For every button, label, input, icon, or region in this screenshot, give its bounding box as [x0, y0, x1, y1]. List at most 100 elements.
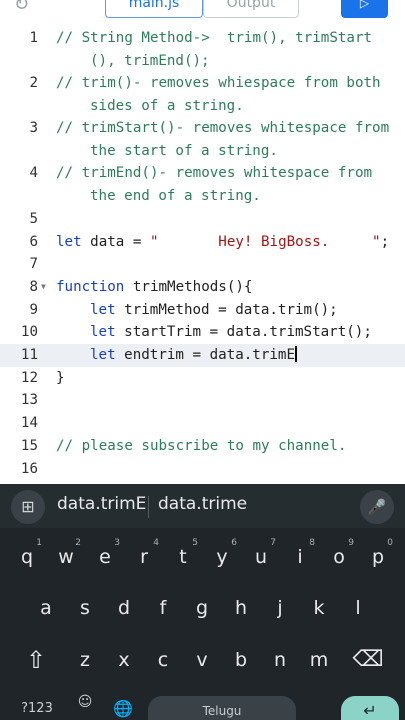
suggestion-1[interactable]: data.trimE — [57, 494, 146, 514]
backspace-icon: ⌫ — [352, 647, 384, 672]
keyword: let — [90, 324, 116, 340]
code-text-wrap: the start of a string. — [90, 142, 278, 159]
emoji-key[interactable]: ☺ — [72, 692, 98, 720]
microphone-icon[interactable]: 🎤 — [360, 490, 394, 524]
key-y[interactable]: y6 — [205, 536, 239, 576]
code-text: let startTrim = data.trimStart(); — [90, 321, 372, 344]
refresh-icon[interactable]: ↻ — [14, 0, 36, 16]
editor-toolbar: ↻ main.js Output ▷ — [0, 0, 405, 22]
enter-icon: ↵ — [363, 701, 377, 720]
code-fragment: endtrim = data.trimE — [115, 347, 295, 363]
run-button[interactable]: ▷ — [341, 0, 388, 18]
code-text: let endtrim = data.trimE — [90, 344, 297, 367]
key-w[interactable]: w2 — [49, 536, 83, 576]
shift-icon: ⇧ — [25, 646, 47, 674]
code-line: 1 // String Method-> trim(), trimStart (… — [0, 27, 405, 72]
code-text: // please subscribe to my channel. — [56, 438, 347, 454]
suggestion-bar: ⊞ data.trimE data.trime 🎤 — [0, 484, 405, 528]
key-g[interactable]: g — [185, 587, 219, 627]
key-m[interactable]: m — [302, 639, 336, 679]
line-number: 15 — [20, 438, 38, 454]
tab-output[interactable]: Output — [203, 0, 299, 18]
code-line: 8 ▼ function trimMethods(){ — [0, 276, 405, 299]
code-text: let data = " Hey! BigBoss. "; — [56, 231, 389, 254]
space-bar[interactable]: Telugu — [148, 696, 296, 720]
key-o[interactable]: o9 — [322, 536, 356, 576]
key-t[interactable]: t5 — [166, 536, 200, 576]
backspace-key[interactable]: ⌫ — [348, 640, 388, 680]
code-text: // trimEnd()- removes whitespace from — [56, 165, 373, 181]
code-fragment: trimMethods(){ — [124, 279, 253, 295]
globe-icon: 🌐 — [113, 699, 133, 718]
line-number: 11 — [20, 347, 38, 363]
line-number: 7 — [29, 256, 38, 272]
code-line: 14 — [0, 412, 405, 435]
key-v[interactable]: v — [185, 639, 219, 679]
key-n[interactable]: n — [263, 639, 297, 679]
key-c[interactable]: c — [146, 639, 180, 679]
enter-key[interactable]: ↵ — [341, 696, 399, 720]
key-q[interactable]: q1 — [10, 536, 44, 576]
code-line: 10 let startTrim = data.trimStart(); — [0, 321, 405, 344]
key-p[interactable]: p0 — [361, 536, 395, 576]
line-number: 5 — [29, 211, 38, 227]
text-cursor — [295, 346, 297, 362]
key-e[interactable]: e3 — [88, 536, 122, 576]
line-number: 9 — [29, 302, 38, 318]
code-text-wrap: (), trimEnd(); — [90, 52, 210, 69]
code-fragment: data = — [81, 234, 150, 250]
line-number: 4 — [29, 165, 38, 181]
key-s[interactable]: s — [68, 587, 102, 627]
code-line: 4 // trimEnd()- removes whitespace from … — [0, 162, 405, 207]
line-number: 8 — [29, 279, 38, 295]
code-line: 12 } — [0, 367, 405, 390]
key-j[interactable]: j — [263, 587, 297, 627]
key-x[interactable]: x — [107, 639, 141, 679]
key-i[interactable]: i8 — [283, 536, 317, 576]
play-icon: ▷ — [359, 0, 370, 10]
key-z[interactable]: z — [68, 639, 102, 679]
key-d[interactable]: d — [107, 587, 141, 627]
language-key[interactable]: 🌐 — [108, 696, 138, 720]
code-line: 16 — [0, 458, 405, 481]
code-fragment: startTrim = data.trimStart(); — [115, 324, 372, 340]
key-h[interactable]: h — [224, 587, 258, 627]
code-line: 9 let trimMethod = data.trim(); — [0, 299, 405, 322]
emoji-icon: ☺ — [77, 694, 93, 710]
line-number: 14 — [20, 415, 38, 431]
code-line: 13 — [0, 389, 405, 412]
code-line: 6 let data = " Hey! BigBoss. "; — [0, 231, 405, 254]
code-line-active: 11 let endtrim = data.trimE — [0, 344, 405, 367]
key-b[interactable]: b — [224, 639, 258, 679]
line-number: 12 — [20, 370, 38, 386]
keyword: let — [90, 302, 116, 318]
keyword: let — [90, 347, 116, 363]
apps-grid-icon[interactable]: ⊞ — [11, 490, 45, 524]
keyword: let — [56, 234, 82, 250]
shift-key[interactable]: ⇧ — [16, 640, 56, 680]
code-text: // String Method-> trim(), trimStart — [56, 30, 373, 46]
code-editor[interactable]: 1 // String Method-> trim(), trimStart (… — [0, 22, 405, 484]
fold-arrow-icon[interactable]: ▼ — [41, 276, 46, 299]
code-text-wrap: sides of a string. — [90, 97, 244, 114]
symbols-key[interactable]: ?123 — [12, 698, 62, 720]
suggestion-2[interactable]: data.trime — [158, 494, 247, 514]
string-literal: " Hey! BigBoss. " — [149, 234, 381, 250]
tab-main-js[interactable]: main.js — [105, 0, 203, 18]
code-text: } — [56, 370, 65, 386]
key-u[interactable]: u7 — [244, 536, 278, 576]
code-line: 5 — [0, 208, 405, 231]
code-fragment: ; — [380, 234, 390, 250]
code-line: 15 // please subscribe to my channel. — [0, 435, 405, 458]
code-text-wrap: the end of a string. — [90, 187, 261, 204]
key-f[interactable]: f — [146, 587, 180, 627]
code-line: 7 — [0, 253, 405, 276]
key-a[interactable]: a — [29, 587, 63, 627]
code-text: // trimStart()- removes whitespace from — [56, 120, 390, 136]
key-k[interactable]: k — [302, 587, 336, 627]
code-text: let trimMethod = data.trim(); — [90, 299, 338, 322]
key-r[interactable]: r4 — [127, 536, 161, 576]
key-l[interactable]: l — [341, 587, 375, 627]
line-number: 10 — [20, 324, 38, 340]
suggestion-divider — [148, 496, 149, 518]
